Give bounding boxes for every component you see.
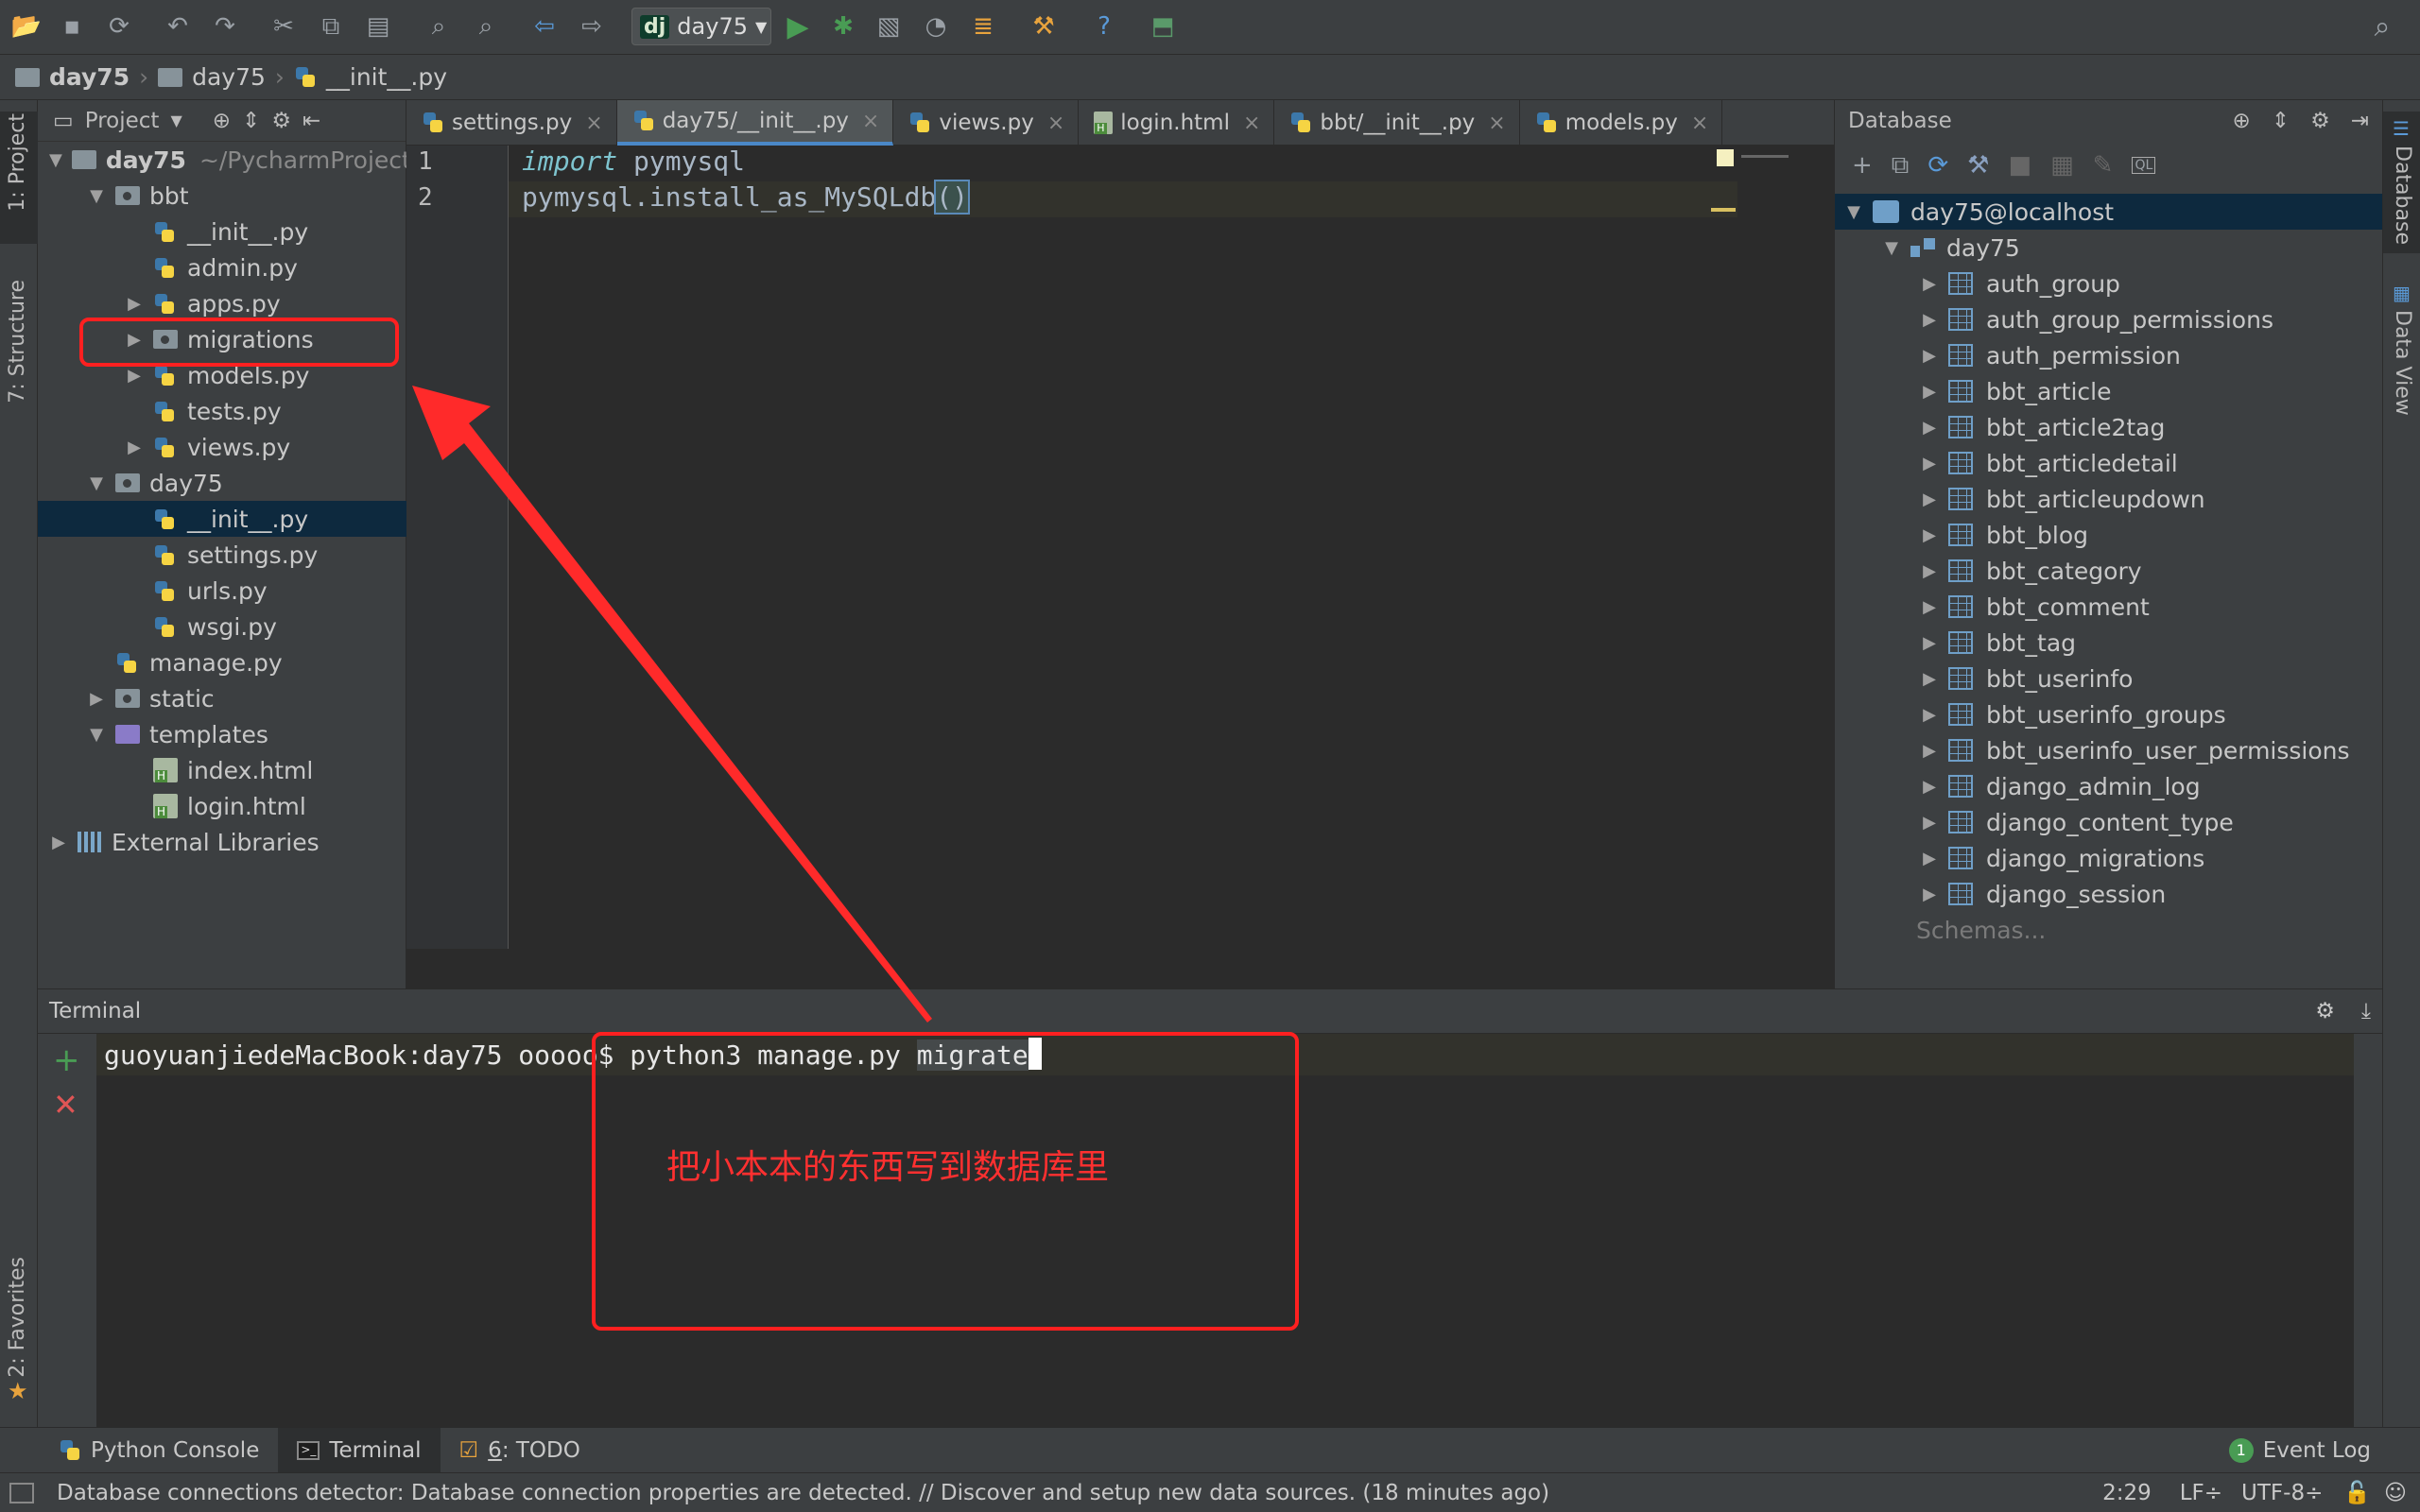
terminal-icon: >_	[297, 1440, 320, 1460]
annotation-arrow-shape	[412, 386, 932, 1022]
tab-label: Event Log	[2262, 1437, 2371, 1463]
tab-terminal[interactable]: >_ Terminal	[278, 1427, 441, 1473]
tab-todo[interactable]: ☑ 6: TODO	[441, 1428, 599, 1473]
lock-icon[interactable]: 🔓	[2343, 1480, 2371, 1505]
tab-label-text: : TODO	[501, 1437, 580, 1463]
tab-mnemonic: 6	[488, 1437, 502, 1463]
toggle-tool-windows-icon[interactable]	[9, 1482, 34, 1503]
annotation-text: 把小本本的东西写到数据库里	[666, 1148, 1110, 1187]
caret-position[interactable]: 2:29	[2102, 1481, 2152, 1505]
tab-label: Terminal	[329, 1437, 422, 1463]
todo-icon: ☑	[458, 1437, 479, 1463]
status-bar: Database connections detector: Database …	[0, 1472, 2420, 1512]
python-console-icon	[59, 1439, 81, 1462]
status-message[interactable]: Database connections detector: Database …	[57, 1481, 1549, 1505]
annotation-arrow	[412, 386, 932, 1022]
tab-event-log[interactable]: 1 Event Log	[2210, 1428, 2390, 1473]
bottom-tool-tabs: Python Console >_ Terminal ☑ 6: TODO 1 E…	[0, 1427, 2420, 1473]
tab-label: 6: TODO	[488, 1438, 580, 1463]
line-separator[interactable]: LF÷	[2180, 1481, 2222, 1505]
tab-label: Python Console	[91, 1437, 260, 1463]
tab-python-console[interactable]: Python Console	[40, 1428, 278, 1473]
event-count-badge: 1	[2228, 1437, 2254, 1463]
inspector-icon[interactable]: ☺	[2384, 1481, 2407, 1505]
file-encoding[interactable]: UTF-8÷	[2241, 1481, 2323, 1505]
